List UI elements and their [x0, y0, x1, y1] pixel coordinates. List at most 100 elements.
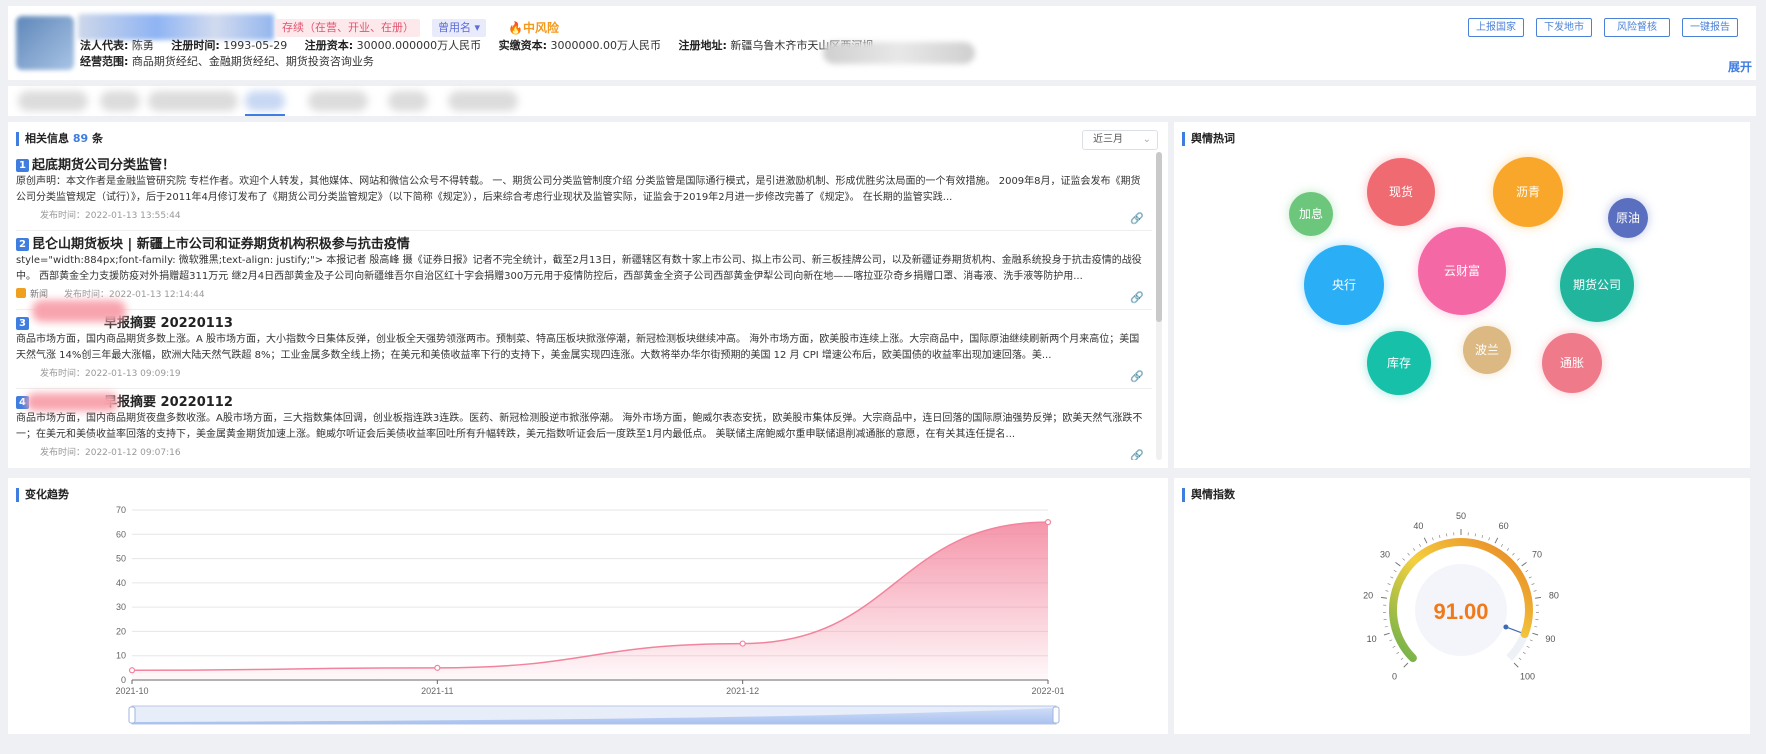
hot-word-bubble[interactable]: 沥青: [1493, 157, 1563, 227]
gauge-tick: [1403, 662, 1409, 668]
reg-capital-value: 30000.000000万人民币: [356, 39, 482, 52]
link-icon[interactable]: 🔗: [1130, 212, 1144, 225]
former-names-dropdown[interactable]: 曾用名 ▾: [432, 19, 487, 37]
hot-word-bubble[interactable]: 波兰: [1463, 326, 1511, 374]
hot-word-bubble[interactable]: 现货: [1367, 158, 1435, 226]
news-item-title[interactable]: 2 昆仑山期货板块 | 新疆上市公司和证券期货机构积极参与抗击疫情: [16, 233, 410, 252]
gauge-tick: [1506, 548, 1510, 551]
hot-word-bubble[interactable]: 原油: [1608, 198, 1648, 238]
news-item-excerpt: 原创声明：本文作者是金融监管研究院 专栏作者。欢迎个人转发，其他媒体、网站和微信…: [16, 176, 1141, 203]
tab-3[interactable]: [148, 91, 238, 111]
gauge-tick: [1432, 537, 1434, 541]
gauge-tick: [1525, 570, 1529, 573]
tab-6[interactable]: [388, 91, 428, 111]
caret-down-icon: ▾: [474, 21, 481, 34]
tab-7[interactable]: [448, 91, 518, 111]
news-item-title[interactable]: 1 起底期货公司分类监管！: [16, 154, 175, 173]
company-logo: [16, 16, 74, 70]
sentiment-index-panel: 舆情指数 91.00 0 10 20 30 40 50 60 70 80 90 100: [1174, 478, 1750, 734]
gauge-tick: [1387, 583, 1391, 585]
news-item-meta: 发布时间：2022-01-13 09:09:19: [40, 366, 181, 379]
hot-word-bubble[interactable]: 央行: [1304, 245, 1384, 325]
tab-4[interactable]: [245, 91, 285, 111]
report-national-button[interactable]: 上报国家: [1468, 18, 1524, 37]
news-item-number: 1: [16, 159, 29, 172]
gauge-tick-label: 60: [1499, 521, 1509, 531]
gauge-tick: [1512, 552, 1515, 556]
tab-1[interactable]: [18, 91, 88, 111]
news-item-time: 发布时间：2022-01-13 13:55:44: [40, 211, 181, 221]
risk-badge: 🔥中风险: [508, 19, 559, 37]
gauge-tick: [1395, 561, 1401, 567]
gauge-tick: [1393, 570, 1397, 573]
gauge-tick: [1531, 583, 1535, 585]
hot-word-bubble[interactable]: 通胀: [1542, 333, 1602, 393]
paid-capital-label: 实缴资本:: [498, 39, 547, 52]
zoom-handle-right[interactable]: [1052, 706, 1060, 724]
gauge-tick-label: 10: [1367, 634, 1377, 644]
news-scrollbar-thumb[interactable]: [1156, 152, 1162, 322]
gauge-tick: [1396, 651, 1400, 655]
scope-label: 经营范围:: [80, 55, 129, 68]
risk-review-button[interactable]: 风险督核: [1604, 18, 1670, 37]
gauge-tick: [1533, 590, 1537, 592]
gauge-tick: [1390, 576, 1394, 579]
news-item[interactable]: 2 昆仑山期货板块 | 新疆上市公司和证券期货机构积极参与抗击疫情 style="…: [16, 231, 1152, 310]
news-item-title-text: 起底期货公司分类监管！: [32, 158, 176, 173]
title-redacted: [26, 393, 118, 411]
gauge-tick: [1528, 576, 1532, 579]
hot-word-bubble[interactable]: 加息: [1289, 192, 1333, 236]
link-icon[interactable]: 🔗: [1130, 291, 1144, 304]
reg-date-label: 注册时间:: [171, 39, 220, 52]
news-title-suffix: 条: [92, 132, 103, 145]
news-item-number: 3: [16, 317, 29, 330]
gauge-tick: [1518, 657, 1522, 660]
gauge-tick: [1522, 651, 1526, 655]
data-point[interactable]: [128, 667, 136, 674]
time-range-select[interactable]: 近三月 ⌄: [1082, 130, 1158, 150]
hot-word-bubble[interactable]: 期货公司: [1560, 248, 1634, 322]
sentiment-gauge: 91.00 0 10 20 30 40 50 60 70 80 90 100: [1363, 511, 1559, 681]
link-icon[interactable]: 🔗: [1130, 370, 1144, 383]
gauge-tick: [1500, 543, 1504, 547]
x-tick-label: 2022-01: [1031, 686, 1064, 696]
gauge-tick: [1526, 645, 1530, 648]
business-scope-line: 经营范围: 商品期货经纪、金融期货经纪、期货投资咨询业务: [80, 54, 374, 70]
tab-2[interactable]: [100, 91, 140, 111]
gauge-tick: [1407, 552, 1410, 556]
news-item-number: 2: [16, 238, 29, 251]
tab-5[interactable]: [308, 91, 368, 111]
y-tick-label: 0: [121, 675, 126, 685]
news-list[interactable]: 1 起底期货公司分类监管！ 原创声明：本文作者是金融监管研究院 专栏作者。欢迎个人…: [16, 152, 1152, 460]
trend-panel: 变化趋势 0 10 20 30 40 50 60 70 2021-10 2021-11 2021-1…: [8, 478, 1168, 734]
fire-icon: 🔥: [508, 21, 523, 35]
data-point[interactable]: [739, 640, 746, 647]
zoom-handle-left[interactable]: [128, 706, 136, 724]
news-item[interactable]: 3 早报摘要 20220113 商品市场方面，国内商品期货多数上涨。A 股市场方面…: [16, 300, 1152, 389]
gauge-tick-label: 0: [1392, 671, 1397, 681]
gauge-tick: [1534, 626, 1538, 628]
trend-chart[interactable]: 0 10 20 30 40 50 60 70 2021-10 2021-11 2021-12 2022…: [8, 478, 1168, 734]
time-range-value: 近三月: [1093, 134, 1123, 145]
hot-word-bubble[interactable]: 库存: [1367, 331, 1431, 395]
gauge-tick: [1423, 537, 1428, 544]
link-icon[interactable]: 🔗: [1130, 449, 1144, 460]
gauge-tick: [1438, 535, 1441, 539]
data-point[interactable]: [434, 664, 441, 671]
gauge-tick: [1481, 535, 1484, 539]
one-click-report-button[interactable]: 一键报告: [1682, 18, 1738, 37]
reg-date-value: 1993-05-29: [223, 39, 288, 52]
y-tick-label: 60: [116, 529, 126, 539]
hot-words-panel: 舆情热词 加息 现货 沥青 原油 央行 云财富 期货公司 库存 波兰 通胀: [1174, 122, 1750, 468]
news-item-title-text: 昆仑山期货板块 | 新疆上市公司和证券期货机构积极参与抗击疫情: [32, 237, 410, 252]
gauge-tick: [1380, 596, 1388, 599]
news-item[interactable]: 1 起底期货公司分类监管！ 原创声明：本文作者是金融监管研究院 专栏作者。欢迎个人…: [16, 152, 1152, 231]
gauge-tick: [1513, 662, 1519, 668]
news-item[interactable]: 4 早报摘要 20220112 商品市场方面，国内商品期货夜盘多数收涨。A股市场方…: [16, 389, 1152, 460]
gauge-tick: [1383, 632, 1390, 636]
data-point[interactable]: [1044, 519, 1052, 526]
expand-link[interactable]: 展开: [1728, 58, 1752, 75]
news-item-meta: 发布时间：2022-01-12 09:07:16: [40, 445, 181, 458]
dispatch-city-button[interactable]: 下发地市: [1536, 18, 1592, 37]
hot-word-bubble[interactable]: 云财富: [1418, 227, 1506, 315]
